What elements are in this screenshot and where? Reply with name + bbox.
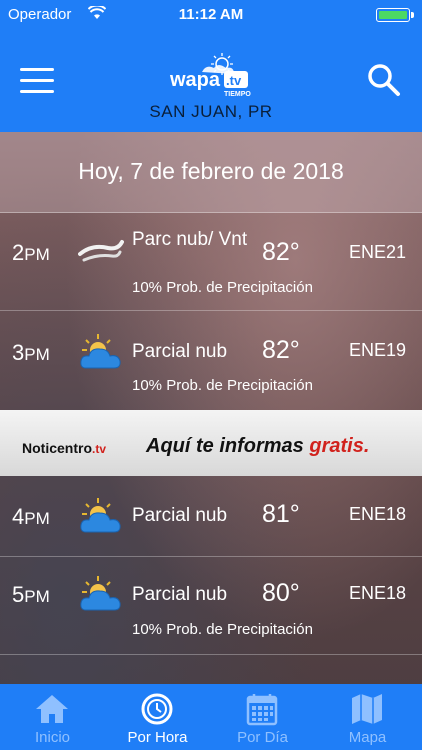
temperature-label: 82° — [262, 336, 300, 364]
ad-slogan: Aquí te informas gratis. — [146, 435, 370, 457]
clock-time: 11:12 AM — [178, 6, 244, 23]
partly-cloudy-icon — [80, 576, 121, 611]
tab-label: Por Día — [237, 729, 288, 746]
wind-label: ENE21 — [349, 242, 407, 262]
wind-icon — [78, 240, 124, 262]
home-icon — [36, 695, 68, 723]
tab-mapa[interactable]: Mapa — [315, 684, 420, 750]
temperature-label: 82° — [262, 238, 300, 266]
ad-banner[interactable]: Noticentro.tv Aquí te informas gratis. — [0, 410, 422, 476]
map-icon — [352, 694, 382, 724]
hour-label: 3PM — [12, 340, 50, 365]
temperature-label: 80° — [262, 579, 300, 607]
calendar-icon — [246, 694, 278, 726]
menu-icon — [20, 68, 54, 71]
condition-label: Parcial nub — [132, 584, 228, 605]
wind-label: ENE19 — [349, 340, 407, 360]
menu-button[interactable] — [20, 68, 54, 94]
tab-por-hora[interactable]: Por Hora — [105, 684, 210, 750]
svg-text:TIEMPO: TIEMPO — [224, 91, 251, 98]
hour-row[interactable]: 2PM Parc nub/ Vnt 82° ENE21 10% Prob. de… — [0, 212, 422, 311]
hour-label: 2PM — [12, 240, 50, 265]
temperature-label: 81° — [262, 500, 300, 528]
hour-row[interactable]: 3PM Parcial nub 82° ENE19 10% Prob. de P… — [0, 310, 422, 411]
partly-cloudy-icon — [80, 498, 121, 533]
hour-row[interactable]: 4PM Parcial nub 81° ENE18 — [0, 476, 422, 557]
tab-por-dia[interactable]: Por Día — [210, 684, 315, 750]
date-header: Hoy, 7 de febrero de 2018 — [0, 132, 422, 213]
search-icon — [368, 64, 400, 96]
hour-label: 5PM — [12, 582, 50, 607]
wapa-tiempo-logo: wapa .tv TIEMPO — [169, 53, 251, 98]
tab-label: Por Hora — [127, 729, 188, 746]
header-bar: wapa .tv TIEMPO SAN JUAN, PR — [0, 28, 422, 132]
condition-label: Parcial nub — [132, 341, 228, 362]
precipitation-label: 10% Prob. de Precipitación — [132, 377, 313, 394]
clock-icon — [141, 693, 173, 725]
tab-inicio[interactable]: Inicio — [0, 684, 105, 750]
tab-label: Inicio — [34, 729, 71, 746]
condition-label: Parcial nub — [132, 505, 228, 526]
partly-cloudy-icon — [80, 334, 121, 369]
condition-label: Parc nub/ Vnt — [132, 229, 248, 250]
location-label: SAN JUAN, PR — [149, 102, 273, 121]
precipitation-label: 10% Prob. de Precipitación — [132, 621, 313, 638]
tab-bar: Inicio Por Hora Por Día Mapa — [0, 684, 422, 750]
ad-brand: Noticentro.tv — [22, 440, 107, 456]
hour-row[interactable]: 5PM Parcial nub 80° ENE18 10% Prob. de P… — [0, 556, 422, 655]
search-button[interactable] — [366, 62, 402, 98]
svg-text:.tv: .tv — [226, 73, 242, 88]
battery-icon — [376, 8, 414, 22]
tab-label: Mapa — [348, 729, 387, 746]
status-bar: Operador 11:12 AM — [0, 0, 422, 28]
wind-label: ENE18 — [349, 504, 407, 524]
svg-text:wapa: wapa — [169, 69, 221, 91]
wind-label: ENE18 — [349, 583, 407, 603]
hour-label: 4PM — [12, 504, 50, 529]
precipitation-label: 10% Prob. de Precipitación — [132, 279, 313, 296]
date-label: Hoy, 7 de febrero de 2018 — [78, 158, 344, 184]
